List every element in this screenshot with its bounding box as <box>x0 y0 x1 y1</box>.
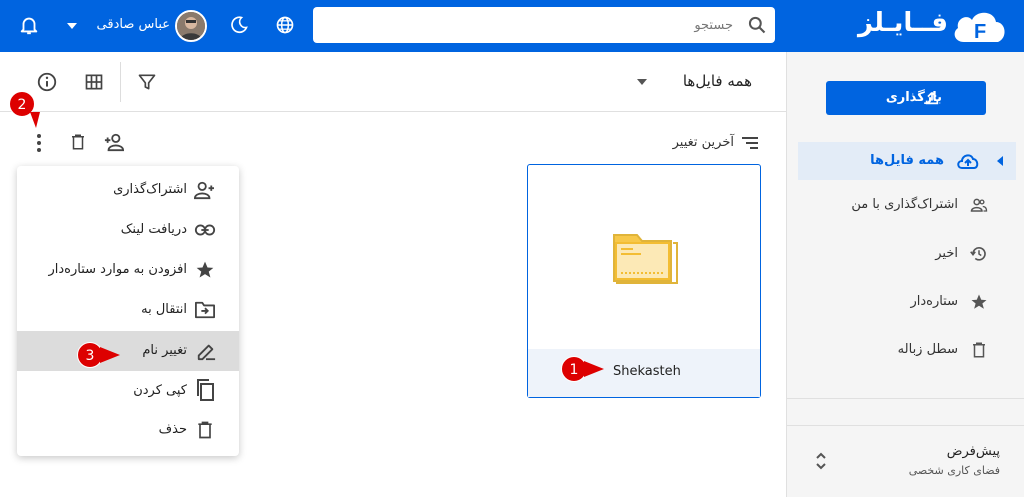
logo-cloud-icon: F <box>954 12 1005 43</box>
annotation-pointer-3 <box>100 347 120 363</box>
share-person-add-icon[interactable] <box>103 132 125 152</box>
title-dropdown-icon[interactable] <box>636 77 648 87</box>
menu-item-label: انتقال به <box>141 302 187 317</box>
logo-text: فــایـلز <box>858 8 948 38</box>
avatar-image <box>177 12 205 40</box>
top-app-bar: فــایـلز F عباس صادقی <box>0 0 1024 52</box>
rename-edit-icon <box>197 344 216 361</box>
header-divider <box>0 111 786 112</box>
active-indicator-arrow-icon <box>997 156 1003 166</box>
grid-view-icon[interactable] <box>84 72 104 92</box>
menu-item-label: تغییر نام <box>142 343 187 358</box>
toolbar-divider <box>120 62 121 102</box>
delete-trash-icon[interactable] <box>69 133 87 151</box>
menu-item-get-link[interactable]: دریافت لینک <box>17 210 239 250</box>
unfold-chevron-icon <box>816 452 826 470</box>
sidebar-item-label: اشتراک‌گذاری با من <box>851 197 958 212</box>
upload-icon <box>925 92 939 105</box>
menu-item-move-to[interactable]: انتقال به <box>17 290 239 330</box>
search-bar[interactable] <box>313 7 775 43</box>
sidebar-divider <box>787 398 1024 399</box>
menu-item-label: کپی کردن <box>133 383 187 398</box>
svg-text:F: F <box>974 21 986 43</box>
search-input[interactable] <box>323 7 733 43</box>
copy-icon <box>197 379 214 401</box>
page-title[interactable]: همه فایل‌ها <box>652 72 752 90</box>
chevron-down-icon[interactable] <box>66 21 78 31</box>
menu-item-label: دریافت لینک <box>120 222 187 237</box>
sort-label[interactable]: آخرین تغییر <box>620 135 734 150</box>
menu-item-copy[interactable]: کپی کردن <box>17 371 239 411</box>
sidebar-item-label: اخیر <box>935 246 958 261</box>
sidebar-item-label: سطل زباله <box>897 342 958 357</box>
sidebar-item-starred[interactable]: ستاره‌دار <box>798 283 1016 321</box>
people-icon <box>970 198 988 212</box>
annotation-pointer-2 <box>30 112 40 128</box>
menu-item-rename[interactable]: تغییر نام <box>17 331 239 371</box>
sidebar-item-label: همه فایل‌ها <box>870 153 944 168</box>
more-options-icon[interactable] <box>30 133 48 153</box>
workspace-switcher[interactable]: پیش‌فرض فضای کاری شخصی <box>798 436 1016 486</box>
sidebar-divider <box>787 425 1024 426</box>
sidebar-item-all-files[interactable]: همه فایل‌ها <box>798 142 1016 180</box>
person-add-icon <box>193 181 214 200</box>
menu-item-share[interactable]: اشتراک‌گذاری <box>17 170 239 210</box>
menu-item-delete[interactable]: حذف <box>17 410 239 450</box>
search-icon[interactable] <box>747 15 767 35</box>
upload-button[interactable]: بارگذاری <box>826 81 986 115</box>
star-icon <box>971 294 987 309</box>
info-icon[interactable] <box>36 71 58 93</box>
folder-icon <box>613 234 678 284</box>
filter-icon[interactable] <box>137 72 157 92</box>
menu-item-label: اشتراک‌گذاری <box>113 182 187 197</box>
trash-icon <box>973 342 985 358</box>
trash-icon <box>198 421 212 439</box>
menu-item-add-star[interactable]: افزودن به موارد ستاره‌دار <box>17 250 239 290</box>
sidebar-item-shared[interactable]: اشتراک‌گذاری با من <box>798 186 1016 224</box>
workspace-name: پیش‌فرض <box>946 444 1000 459</box>
user-name[interactable]: عباس صادقی <box>86 17 170 32</box>
link-icon <box>194 224 216 236</box>
sidebar-item-recent[interactable]: اخیر <box>798 235 1016 273</box>
workspace-subtitle: فضای کاری شخصی <box>908 464 1000 477</box>
annotation-pointer-1 <box>584 361 604 377</box>
notification-bell-icon[interactable] <box>18 14 40 36</box>
avatar[interactable] <box>175 10 207 42</box>
menu-item-label: افزودن به موارد ستاره‌دار <box>48 262 188 277</box>
app-logo[interactable]: فــایـلز F <box>858 6 1018 46</box>
folder-name: Shekasteh <box>613 364 681 379</box>
cloud-upload-icon <box>957 154 979 169</box>
sort-icon[interactable] <box>740 135 760 151</box>
history-icon <box>970 247 986 261</box>
folder-move-icon <box>195 301 215 319</box>
dark-mode-moon-icon[interactable] <box>229 15 249 35</box>
sidebar <box>786 52 1024 497</box>
language-globe-icon[interactable] <box>275 15 295 35</box>
sidebar-item-label: ستاره‌دار <box>910 294 958 309</box>
menu-item-label: حذف <box>158 422 187 437</box>
sidebar-item-trash[interactable]: سطل زباله <box>798 331 1016 369</box>
star-icon <box>196 261 214 278</box>
